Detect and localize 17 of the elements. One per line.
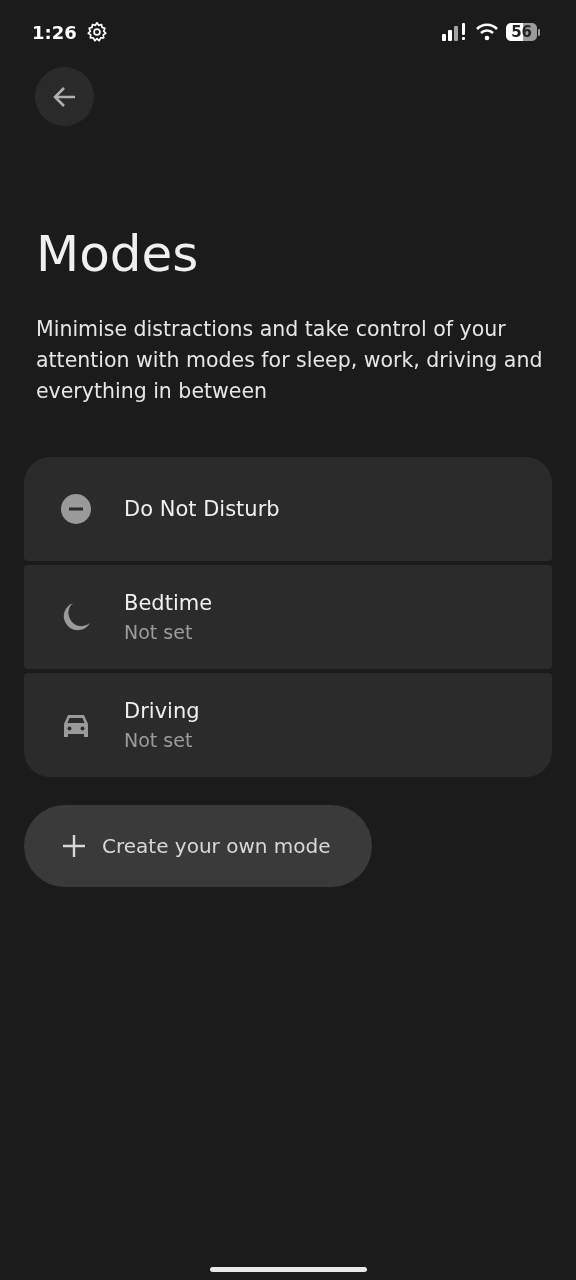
battery-icon: 56 bbox=[506, 23, 540, 41]
status-time: 1:26 bbox=[32, 21, 77, 43]
mode-list-item[interactable]: Driving Not set bbox=[24, 673, 552, 777]
page-title: Modes bbox=[36, 224, 200, 284]
page-description: Minimise distractions and take control of your attention with modes for sleep, work, driving and everything in between bbox=[36, 316, 544, 405]
settings-icon bbox=[86, 22, 107, 42]
mode-list-item[interactable]: Bedtime Not set bbox=[24, 565, 552, 669]
mode-name: Driving bbox=[124, 698, 200, 725]
do-not-disturb-icon bbox=[60, 493, 92, 525]
create-mode-button[interactable]: Create your own mode bbox=[24, 805, 372, 887]
mode-list-item[interactable]: Do Not Disturb bbox=[24, 457, 552, 561]
plus-icon bbox=[62, 834, 86, 858]
wifi-icon bbox=[476, 23, 499, 41]
mode-status: Not set bbox=[124, 620, 194, 645]
mode-name: Do Not Disturb bbox=[124, 496, 280, 523]
mode-name: Bedtime bbox=[124, 590, 213, 617]
mode-status: Not set bbox=[124, 728, 194, 753]
